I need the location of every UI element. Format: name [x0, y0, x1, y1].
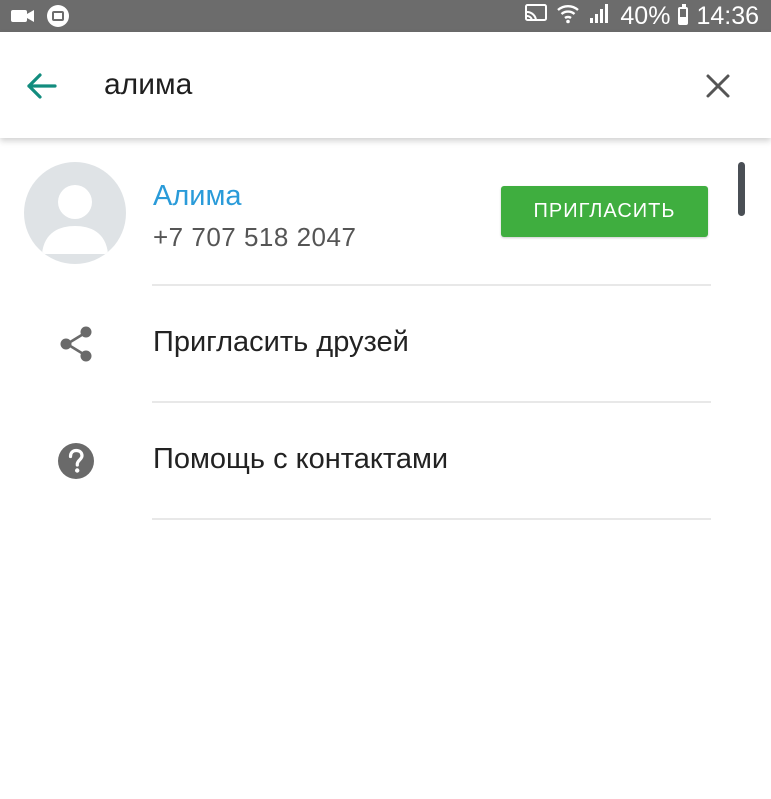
contact-name: Алима — [153, 180, 242, 212]
battery-fill — [680, 17, 687, 23]
status-bar: 40% 14:36 — [0, 0, 771, 32]
video-icon — [10, 5, 36, 32]
status-left-icons — [10, 4, 70, 33]
battery-icon — [678, 4, 689, 25]
clock: 14:36 — [696, 1, 759, 30]
person-icon — [42, 185, 108, 254]
scrollbar[interactable] — [738, 162, 745, 216]
wifi-icon — [556, 1, 580, 32]
contacts-help-item[interactable]: Помощь с контактами — [0, 403, 771, 519]
status-right-icons: 40% 14:36 — [524, 0, 759, 32]
signal-icon — [588, 2, 612, 31]
contact-phone: +7 707 518 2047 — [153, 222, 357, 252]
divider — [152, 518, 711, 520]
screen: 40% 14:36 А — [0, 0, 771, 799]
close-icon — [706, 74, 730, 98]
battery-percentage: 40% — [620, 1, 671, 30]
help-icon — [56, 441, 96, 481]
contacts-help-label: Помощь с контактами — [153, 443, 449, 475]
search-bar — [0, 32, 771, 138]
invite-friends-label: Пригласить друзей — [153, 326, 409, 358]
cast-icon — [524, 2, 548, 31]
avatar — [24, 162, 126, 264]
arrow-left-icon — [27, 73, 57, 99]
invite-button[interactable]: ПРИГЛАСИТЬ — [501, 186, 708, 237]
contact-row[interactable]: Алима +7 707 518 2047 ПРИГЛАСИТЬ — [0, 150, 771, 284]
notification-icon — [46, 4, 70, 33]
back-button[interactable] — [22, 66, 62, 106]
share-icon — [56, 324, 96, 364]
invite-friends-item[interactable]: Пригласить друзей — [0, 286, 771, 402]
search-input[interactable] — [104, 62, 664, 108]
clear-search-button[interactable] — [700, 68, 736, 104]
